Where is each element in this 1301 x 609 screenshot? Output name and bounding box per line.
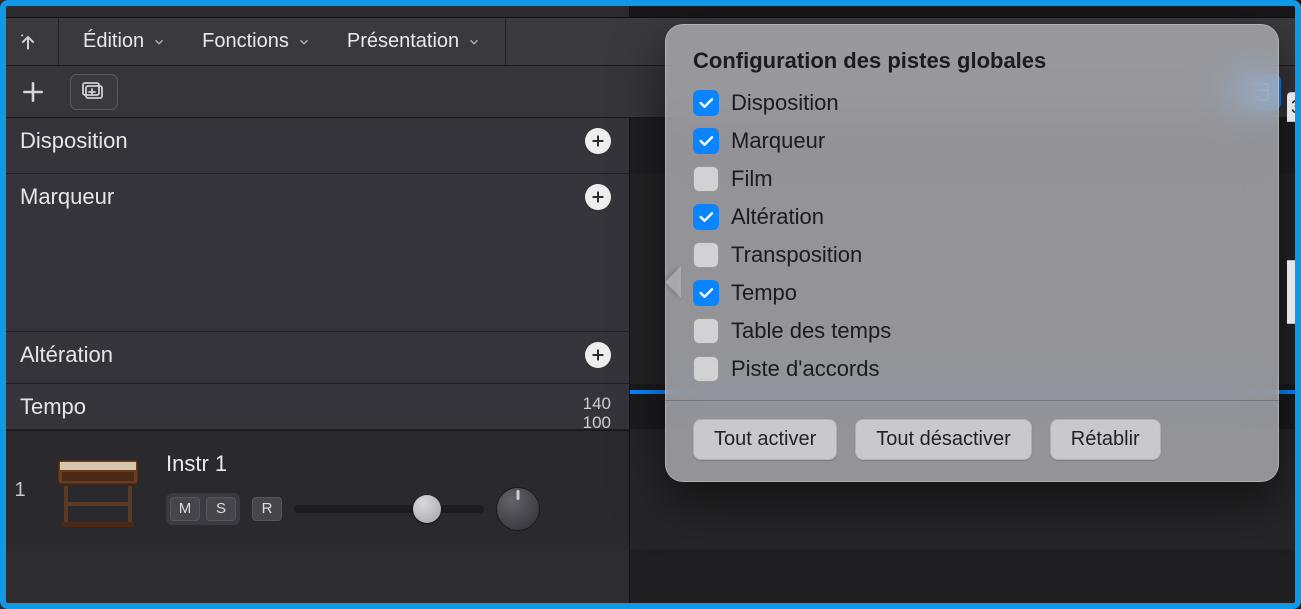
checkbox-label: Piste d'accords — [731, 356, 880, 382]
edge-panel-fragment — [1287, 260, 1301, 324]
tempo-range: 140 100 — [583, 392, 611, 432]
volume-thumb[interactable] — [413, 495, 441, 523]
checkbox-label: Marqueur — [731, 128, 825, 154]
checkbox-piste_accords[interactable] — [693, 356, 719, 382]
checkbox-disposition[interactable] — [693, 90, 719, 116]
config-option-transposition[interactable]: Transposition — [693, 242, 1251, 268]
menu-fonctions-label: Fonctions — [202, 30, 289, 53]
add-track-button[interactable] — [10, 74, 56, 110]
reset-button[interactable]: Rétablir — [1050, 419, 1161, 460]
track-index: 1 — [10, 479, 30, 502]
config-option-piste_accords[interactable]: Piste d'accords — [693, 356, 1251, 382]
add-icon[interactable] — [585, 342, 611, 368]
volume-slider[interactable] — [294, 505, 484, 513]
checkbox-label: Table des temps — [731, 318, 891, 344]
duplicate-track-button[interactable] — [70, 74, 118, 110]
tempo-low: 100 — [583, 413, 611, 432]
menu-presentation[interactable]: Présentation — [333, 25, 495, 59]
checkbox-film[interactable] — [693, 166, 719, 192]
disable-all-button[interactable]: Tout désactiver — [855, 419, 1032, 460]
tempo-high: 140 — [583, 394, 611, 413]
window-top-strip — [0, 0, 1301, 18]
checkbox-label: Tempo — [731, 280, 797, 306]
instrument-thumbnail — [48, 448, 148, 534]
global-track-header-tempo[interactable]: Tempo 140 100 — [0, 384, 629, 430]
checkbox-tempo[interactable] — [693, 280, 719, 306]
checkbox-label: Disposition — [731, 90, 839, 116]
config-option-tempo[interactable]: Tempo — [693, 280, 1251, 306]
global-tracks-config-popover: Configuration des pistes globales Dispos… — [665, 24, 1279, 482]
popover-title: Configuration des pistes globales — [693, 48, 1251, 74]
checkbox-label: Altération — [731, 204, 824, 230]
global-track-header-alteration[interactable]: Altération — [0, 332, 629, 384]
menu-fonctions[interactable]: Fonctions — [188, 25, 325, 59]
checkbox-label: Film — [731, 166, 773, 192]
track-header-row[interactable]: 1 Instr 1 M S — [0, 430, 629, 550]
track-header-column: Disposition Marqueur Altération Tempo 14… — [0, 118, 630, 609]
mute-button[interactable]: M — [170, 497, 200, 521]
solo-button[interactable]: S — [206, 497, 236, 521]
config-option-marqueur[interactable]: Marqueur — [693, 128, 1251, 154]
popover-divider — [665, 400, 1279, 401]
pan-knob[interactable] — [496, 487, 540, 531]
checkbox-marqueur[interactable] — [693, 128, 719, 154]
add-icon[interactable] — [585, 184, 611, 210]
global-track-header-disposition[interactable]: Disposition — [0, 118, 629, 174]
checkbox-transposition[interactable] — [693, 242, 719, 268]
checkbox-alteration[interactable] — [693, 204, 719, 230]
config-option-film[interactable]: Film — [693, 166, 1251, 192]
checkbox-table_temps[interactable] — [693, 318, 719, 344]
track-name: Instr 1 — [166, 451, 615, 477]
record-enable-button[interactable]: R — [252, 497, 282, 521]
global-track-header-marqueur[interactable]: Marqueur — [0, 174, 629, 332]
config-option-table_temps[interactable]: Table des temps — [693, 318, 1251, 344]
menu-edition[interactable]: Édition — [69, 25, 180, 59]
menu-edition-label: Édition — [83, 30, 144, 53]
edge-marker: 3 — [1287, 92, 1301, 122]
global-track-label: Marqueur — [20, 182, 114, 210]
add-icon[interactable] — [585, 128, 611, 154]
msr-group: M S — [166, 493, 240, 525]
menu-presentation-label: Présentation — [347, 30, 459, 53]
global-track-label: Altération — [20, 340, 113, 368]
config-option-alteration[interactable]: Altération — [693, 204, 1251, 230]
up-level-icon[interactable] — [8, 25, 48, 59]
global-track-label: Tempo — [20, 392, 86, 420]
global-track-label: Disposition — [20, 126, 128, 154]
checkbox-label: Transposition — [731, 242, 862, 268]
config-option-disposition[interactable]: Disposition — [693, 90, 1251, 116]
enable-all-button[interactable]: Tout activer — [693, 419, 837, 460]
